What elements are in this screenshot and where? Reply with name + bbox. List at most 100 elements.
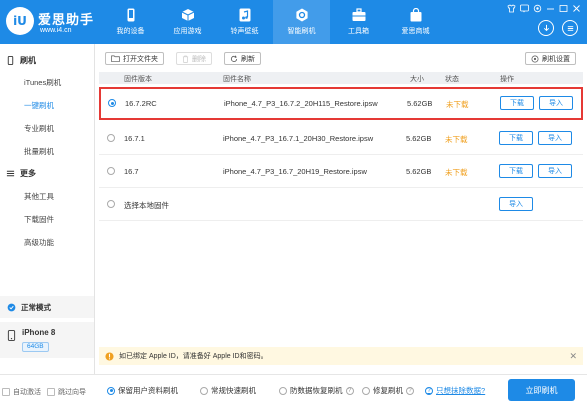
table-row[interactable]: 16.7.2RC iPhone_4.7_P3_16.7.2_20H115_Res… bbox=[99, 87, 583, 120]
gear-icon bbox=[531, 55, 539, 62]
option-anti-recovery[interactable]: 防数据恢复刷机 ? bbox=[279, 385, 354, 396]
toolbar: 打开文件夹 删除 刷新 刷机设置 bbox=[96, 44, 587, 70]
device-name: iPhone 8 bbox=[22, 328, 56, 337]
device-card[interactable]: iPhone 8 64GB bbox=[0, 322, 94, 358]
gear-icon bbox=[295, 8, 308, 22]
nav-label: 智能刷机 bbox=[287, 28, 316, 35]
download-status: 未下载 bbox=[445, 168, 468, 177]
option-repair-flash[interactable]: 修复刷机 ? bbox=[362, 385, 414, 396]
option-quick-flash[interactable]: 常规快速刷机 bbox=[200, 385, 256, 396]
toolbox-icon bbox=[352, 8, 365, 21]
warning-icon bbox=[105, 351, 114, 361]
sidebar-section-flash[interactable]: 刷机 bbox=[6, 55, 36, 66]
mode-icon bbox=[7, 303, 16, 311]
main-nav: 我的设备 应用游戏 铃声壁纸 智能刷机 工具箱 爱思商城 bbox=[102, 0, 444, 44]
help-icon[interactable]: ? bbox=[345, 386, 354, 395]
local-firmware-row[interactable]: 选择本地固件 导入 bbox=[99, 188, 583, 221]
sidebar-item-download-firmware[interactable]: 下载固件 bbox=[24, 214, 54, 225]
sidebar-section-more[interactable]: 更多 bbox=[6, 168, 36, 179]
device-mode-label: 正常模式 bbox=[21, 302, 51, 312]
sidebar-item-batch-flash[interactable]: 批量刷机 bbox=[24, 146, 54, 157]
row-radio[interactable] bbox=[107, 134, 115, 142]
close-icon[interactable]: ✕ bbox=[569, 351, 577, 362]
header-status: 状态 bbox=[445, 76, 459, 83]
firmware-version: 16.7.2RC bbox=[125, 99, 157, 108]
menu-icon bbox=[6, 170, 15, 177]
cube-icon bbox=[181, 9, 194, 21]
firmware-version: 16.7.1 bbox=[124, 134, 145, 143]
table-row[interactable]: 16.7 iPhone_4.7_P3_16.7_20H19_Restore.ip… bbox=[99, 155, 583, 188]
sidebar-section-label: 更多 bbox=[20, 169, 36, 178]
music-icon bbox=[239, 8, 250, 22]
checkbox-box bbox=[2, 388, 10, 396]
window-controls bbox=[507, 4, 581, 13]
sidebar-item-one-click-flash[interactable]: 一键刷机 bbox=[24, 100, 54, 111]
header-action: 操作 bbox=[500, 76, 514, 83]
nav-label: 爱思商城 bbox=[401, 28, 430, 35]
nav-smart-flash[interactable]: 智能刷机 bbox=[273, 0, 330, 44]
nav-apps-games[interactable]: 应用游戏 bbox=[159, 0, 216, 44]
help-icon: ? bbox=[425, 386, 433, 395]
erase-link-label: 只想抹除数据? bbox=[436, 386, 486, 395]
trash-icon bbox=[182, 55, 189, 63]
close-icon[interactable] bbox=[572, 4, 581, 13]
auto-activate-label: 自动激活 bbox=[13, 389, 41, 396]
option-label: 常规快速刷机 bbox=[211, 386, 256, 395]
import-button[interactable]: 导入 bbox=[538, 164, 572, 178]
apple-id-notice: 如已绑定 Apple ID，请准备好 Apple ID和密码。 ✕ bbox=[99, 347, 583, 365]
download-button[interactable]: 下载 bbox=[500, 96, 534, 110]
refresh-label: 刷新 bbox=[241, 55, 255, 63]
nav-ringtones-wallpapers[interactable]: 铃声壁纸 bbox=[216, 0, 273, 44]
header-version: 固件版本 bbox=[124, 76, 152, 83]
option-label: 修复刷机 bbox=[373, 386, 403, 395]
firmware-name: iPhone_4.7_P3_16.7_20H19_Restore.ipsw bbox=[223, 167, 367, 176]
sidebar: 刷机 iTunes刷机 一键刷机 专业刷机 批量刷机 更多 其他工具 下载固件 … bbox=[0, 44, 95, 414]
firmware-size: 5.62GB bbox=[406, 167, 432, 176]
sidebar-item-pro-flash[interactable]: 专业刷机 bbox=[24, 123, 54, 134]
option-label: 防数据恢复刷机 bbox=[290, 386, 343, 395]
skip-guide-checkbox[interactable]: 跳过向导 bbox=[47, 387, 86, 397]
help-icon[interactable]: ? bbox=[406, 386, 414, 395]
firmware-name: iPhone_4.7_P3_16.7.2_20H115_Restore.ipsw bbox=[224, 99, 378, 108]
erase-only-link[interactable]: ? 只想抹除数据? bbox=[425, 385, 485, 396]
download-button[interactable]: 下载 bbox=[499, 131, 533, 145]
download-manager-button[interactable] bbox=[538, 20, 554, 36]
flash-settings-button[interactable]: 刷机设置 bbox=[525, 52, 576, 65]
device-mode: 正常模式 bbox=[0, 296, 94, 318]
settings-icon[interactable] bbox=[533, 4, 542, 13]
row-radio[interactable] bbox=[107, 167, 115, 175]
option-label: 保留用户资料刷机 bbox=[118, 386, 178, 395]
main-panel: 打开文件夹 删除 刷新 刷机设置 固件版本 固件名称 大小 状态 操作 16.7… bbox=[96, 44, 587, 414]
sidebar-item-itunes-flash[interactable]: iTunes刷机 bbox=[24, 77, 61, 88]
table-row[interactable]: 16.7.1 iPhone_4.7_P3_16.7.1_20H30_Restor… bbox=[99, 122, 583, 155]
download-button[interactable]: 下载 bbox=[499, 164, 533, 178]
skin-icon[interactable] bbox=[507, 4, 516, 13]
row-radio[interactable] bbox=[107, 200, 115, 208]
row-radio[interactable] bbox=[108, 99, 116, 107]
import-button[interactable]: 导入 bbox=[539, 96, 573, 110]
user-menu-button[interactable] bbox=[562, 20, 578, 36]
import-button[interactable]: 导入 bbox=[538, 131, 572, 145]
message-icon[interactable] bbox=[520, 4, 529, 13]
flash-settings-label: 刷机设置 bbox=[542, 55, 570, 63]
refresh-button[interactable]: 刷新 bbox=[224, 52, 261, 65]
header-size: 大小 bbox=[410, 76, 424, 83]
brand-url: www.i4.cn bbox=[40, 27, 72, 34]
local-firmware-label: 选择本地固件 bbox=[124, 201, 169, 210]
sidebar-item-other-tools[interactable]: 其他工具 bbox=[24, 191, 54, 202]
auto-activate-checkbox[interactable]: 自动激活 bbox=[2, 387, 41, 397]
phone-icon bbox=[127, 8, 134, 22]
nav-store[interactable]: 爱思商城 bbox=[387, 0, 444, 44]
nav-my-device[interactable]: 我的设备 bbox=[102, 0, 159, 44]
delete-button[interactable]: 删除 bbox=[176, 52, 212, 65]
sidebar-item-advanced[interactable]: 高级功能 bbox=[24, 237, 54, 248]
open-folder-button[interactable]: 打开文件夹 bbox=[105, 52, 164, 65]
flash-now-button[interactable]: 立即刷机 bbox=[508, 379, 575, 401]
import-button[interactable]: 导入 bbox=[499, 197, 533, 211]
option-keep-data[interactable]: 保留用户资料刷机 bbox=[107, 385, 178, 396]
maximize-icon[interactable] bbox=[559, 4, 568, 13]
shopping-bag-icon bbox=[410, 8, 421, 22]
skip-guide-label: 跳过向导 bbox=[58, 389, 86, 396]
nav-toolbox[interactable]: 工具箱 bbox=[330, 0, 387, 44]
minimize-icon[interactable] bbox=[546, 4, 555, 13]
